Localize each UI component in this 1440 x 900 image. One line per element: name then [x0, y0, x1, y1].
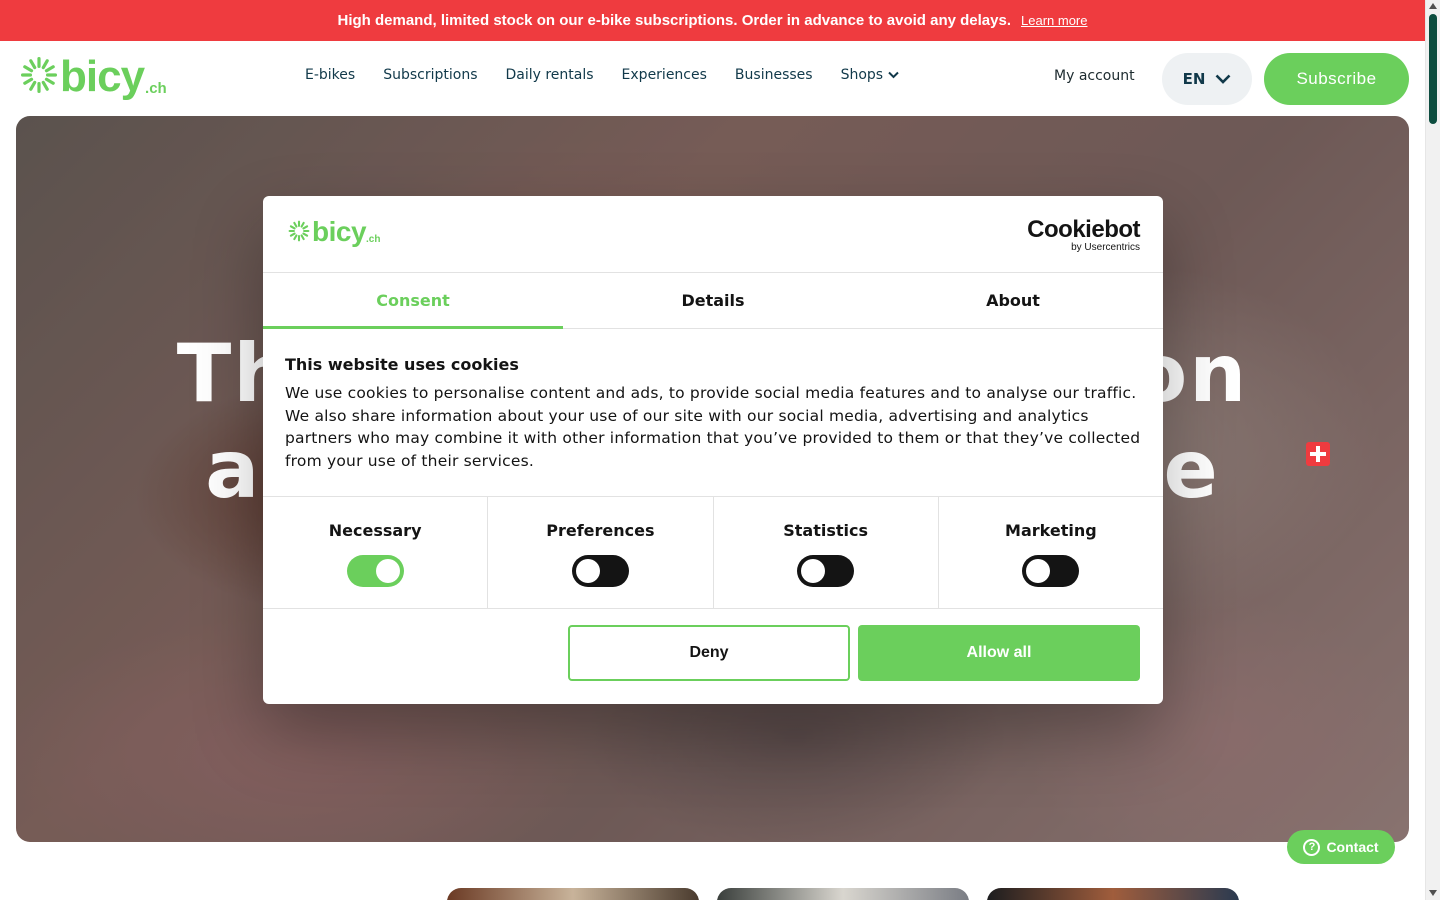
toggle-statistics: Statistics [714, 497, 939, 608]
cookiebot-logo[interactable]: Cookiebot by Usercentrics [1027, 218, 1140, 254]
toggle-preferences: Preferences [488, 497, 714, 608]
toggle-label: Necessary [328, 521, 422, 540]
dialog-tabs: Consent Details About [263, 273, 1163, 329]
cookiebot-by: by Usercentrics [1071, 242, 1140, 253]
necessary-switch[interactable] [346, 555, 404, 587]
cookie-overlay: bicy .ch Cookiebot by Usercentrics Conse… [0, 0, 1440, 900]
cookie-consent-dialog: bicy .ch Cookiebot by Usercentrics Conse… [263, 196, 1163, 704]
dialog-text: We use cookies to personalise content an… [285, 384, 1141, 470]
dialog-logo-tld: .ch [366, 234, 381, 245]
sunburst-icon [288, 220, 310, 242]
allow-all-button[interactable]: Allow all [858, 625, 1140, 681]
dialog-logo: bicy .ch [288, 218, 380, 246]
toggle-necessary: Necessary [263, 497, 489, 608]
dialog-actions: Deny Allow all [263, 609, 1163, 703]
tab-details[interactable]: Details [563, 273, 863, 328]
toggle-label: Statistics [783, 521, 868, 540]
consent-toggles: Necessary Preferences Statistics Marketi… [263, 497, 1163, 609]
toggle-label: Marketing [1005, 521, 1097, 540]
deny-button[interactable]: Deny [568, 625, 850, 681]
preferences-switch[interactable] [571, 555, 629, 587]
tab-about[interactable]: About [863, 273, 1163, 328]
marketing-switch[interactable] [1022, 555, 1080, 587]
cookiebot-brand: Cookiebot [1027, 216, 1140, 243]
switch-knob [1026, 559, 1051, 583]
switch-knob [375, 559, 400, 583]
switch-knob [801, 559, 826, 583]
dialog-body: This website uses cookies We use cookies… [263, 329, 1163, 497]
statistics-switch[interactable] [797, 555, 855, 587]
dialog-title: This website uses cookies [285, 355, 519, 374]
switch-knob [575, 559, 600, 583]
toggle-label: Preferences [546, 521, 655, 540]
dialog-header: bicy .ch Cookiebot by Usercentrics [263, 196, 1163, 273]
toggle-marketing: Marketing [939, 497, 1163, 608]
tab-consent[interactable]: Consent [263, 273, 563, 329]
dialog-logo-wordmark: bicy [312, 216, 367, 247]
